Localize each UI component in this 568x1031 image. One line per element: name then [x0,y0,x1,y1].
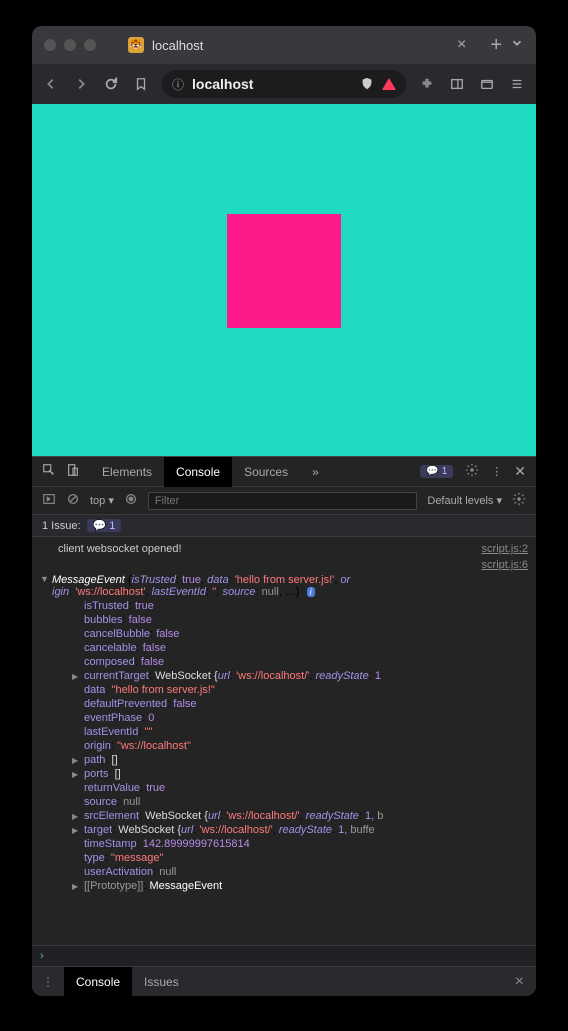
kebab-icon[interactable]: ⋮ [491,465,502,478]
sidebar-icon[interactable] [448,75,466,93]
object-property[interactable]: returnValue: true [32,781,536,795]
object-property[interactable]: lastEventId: "" [32,725,536,739]
tab-console[interactable]: Console [164,457,232,487]
object-property[interactable]: origin: "ws://localhost" [32,739,536,753]
shields-icon[interactable] [360,77,374,91]
object-property[interactable]: cancelBubble: false [32,627,536,641]
object-property[interactable]: type: "message" [32,851,536,865]
close-tab-icon[interactable]: × [457,36,466,54]
url-text: localhost [192,76,253,92]
object-property[interactable]: eventPhase: 0 [32,711,536,725]
tab-sources[interactable]: Sources [232,457,300,487]
browser-window: 🐯 localhost × + ⓘ localhost [32,26,536,996]
context-selector[interactable]: top ▾ [90,494,114,507]
object-property[interactable]: ▶currentTarget: WebSocket {url: 'ws://lo… [32,669,536,683]
reload-icon[interactable] [102,75,120,93]
object-property[interactable]: bubbles: false [32,613,536,627]
settings-icon[interactable] [465,463,479,480]
drawer-console-tab[interactable]: Console [64,967,132,997]
wallet-icon[interactable] [478,75,496,93]
toolbar: ⓘ localhost [32,64,536,104]
console-output[interactable]: client websocket opened! script.js:2 scr… [32,537,536,945]
log-message: client websocket opened! [58,543,182,555]
menu-icon[interactable] [508,75,526,93]
object-property[interactable]: ▶srcElement: WebSocket {url: 'ws://local… [32,809,536,823]
object-property[interactable]: data: "hello from server.js!" [32,683,536,697]
object-property[interactable]: ▶path: [] [32,753,536,767]
new-tab-button[interactable]: + [490,34,502,57]
site-info-icon[interactable]: ⓘ [172,76,184,93]
devtools-tabs: Elements Console Sources » 💬1 ⋮ ✕ [32,457,536,487]
object-property[interactable]: ▶target: WebSocket {url: 'ws://localhost… [32,823,536,837]
tab-elements[interactable]: Elements [90,457,164,487]
drawer-tabs: ⋮ Console Issues × [32,966,536,996]
pink-square [227,214,341,328]
extensions-icon[interactable] [418,75,436,93]
log-line: client websocket opened! script.js:2 [32,541,536,557]
object-header[interactable]: ▼MessageEvent {isTrusted: true, data: 'h… [32,573,536,599]
inspect-icon[interactable] [42,463,56,480]
object-property[interactable]: timeStamp: 142.89999997615814 [32,837,536,851]
drawer-kebab-icon[interactable]: ⋮ [32,975,64,989]
log-source-link[interactable]: script.js:2 [482,543,528,555]
address-bar[interactable]: ⓘ localhost [162,70,406,98]
tab-title: localhost [152,38,203,53]
object-property[interactable]: ▶[[Prototype]]: MessageEvent [32,879,536,893]
messages-badge[interactable]: 💬1 [420,465,453,478]
maximize-window-button[interactable] [84,39,96,51]
console-prompt[interactable]: › [32,945,536,966]
bookmark-icon[interactable] [132,75,150,93]
device-icon[interactable] [66,463,80,480]
close-window-button[interactable] [44,39,56,51]
object-property[interactable]: source: null [32,795,536,809]
log-source-link[interactable]: script.js:6 [482,559,528,571]
object-property[interactable]: cancelable: false [32,641,536,655]
favicon-icon: 🐯 [128,37,144,53]
issue-label: 1 Issue: [42,520,81,532]
brave-icon[interactable] [382,78,396,90]
drawer-close-icon[interactable]: × [515,973,536,991]
object-property[interactable]: userActivation: null [32,865,536,879]
object-property[interactable]: isTrusted: true [32,599,536,613]
browser-tab[interactable]: 🐯 localhost × [128,36,466,54]
window-controls [44,39,96,51]
devtools: Elements Console Sources » 💬1 ⋮ ✕ top ▾ … [32,456,536,996]
clear-console-icon[interactable] [66,492,80,509]
log-line: script.js:6 [32,557,536,573]
levels-selector[interactable]: Default levels ▾ [427,494,502,507]
filter-input[interactable] [148,492,418,510]
console-toolbar: top ▾ Default levels ▾ [32,487,536,515]
more-tabs-icon[interactable]: » [300,457,331,487]
close-devtools-icon[interactable]: ✕ [514,463,526,480]
issue-count-badge: 💬1 [87,519,122,532]
drawer-issues-tab[interactable]: Issues [132,967,191,997]
titlebar: 🐯 localhost × + [32,26,536,64]
object-property[interactable]: ▶ports: [] [32,767,536,781]
console-settings-icon[interactable] [512,492,526,509]
issue-bar[interactable]: 1 Issue: 💬1 [32,515,536,537]
object-property[interactable]: composed: false [32,655,536,669]
sidebar-toggle-icon[interactable] [42,492,56,509]
page-content [32,104,536,456]
live-expression-icon[interactable] [124,492,138,509]
forward-icon[interactable] [72,75,90,93]
back-icon[interactable] [42,75,60,93]
tabs-dropdown-icon[interactable] [510,36,524,55]
minimize-window-button[interactable] [64,39,76,51]
object-property[interactable]: defaultPrevented: false [32,697,536,711]
